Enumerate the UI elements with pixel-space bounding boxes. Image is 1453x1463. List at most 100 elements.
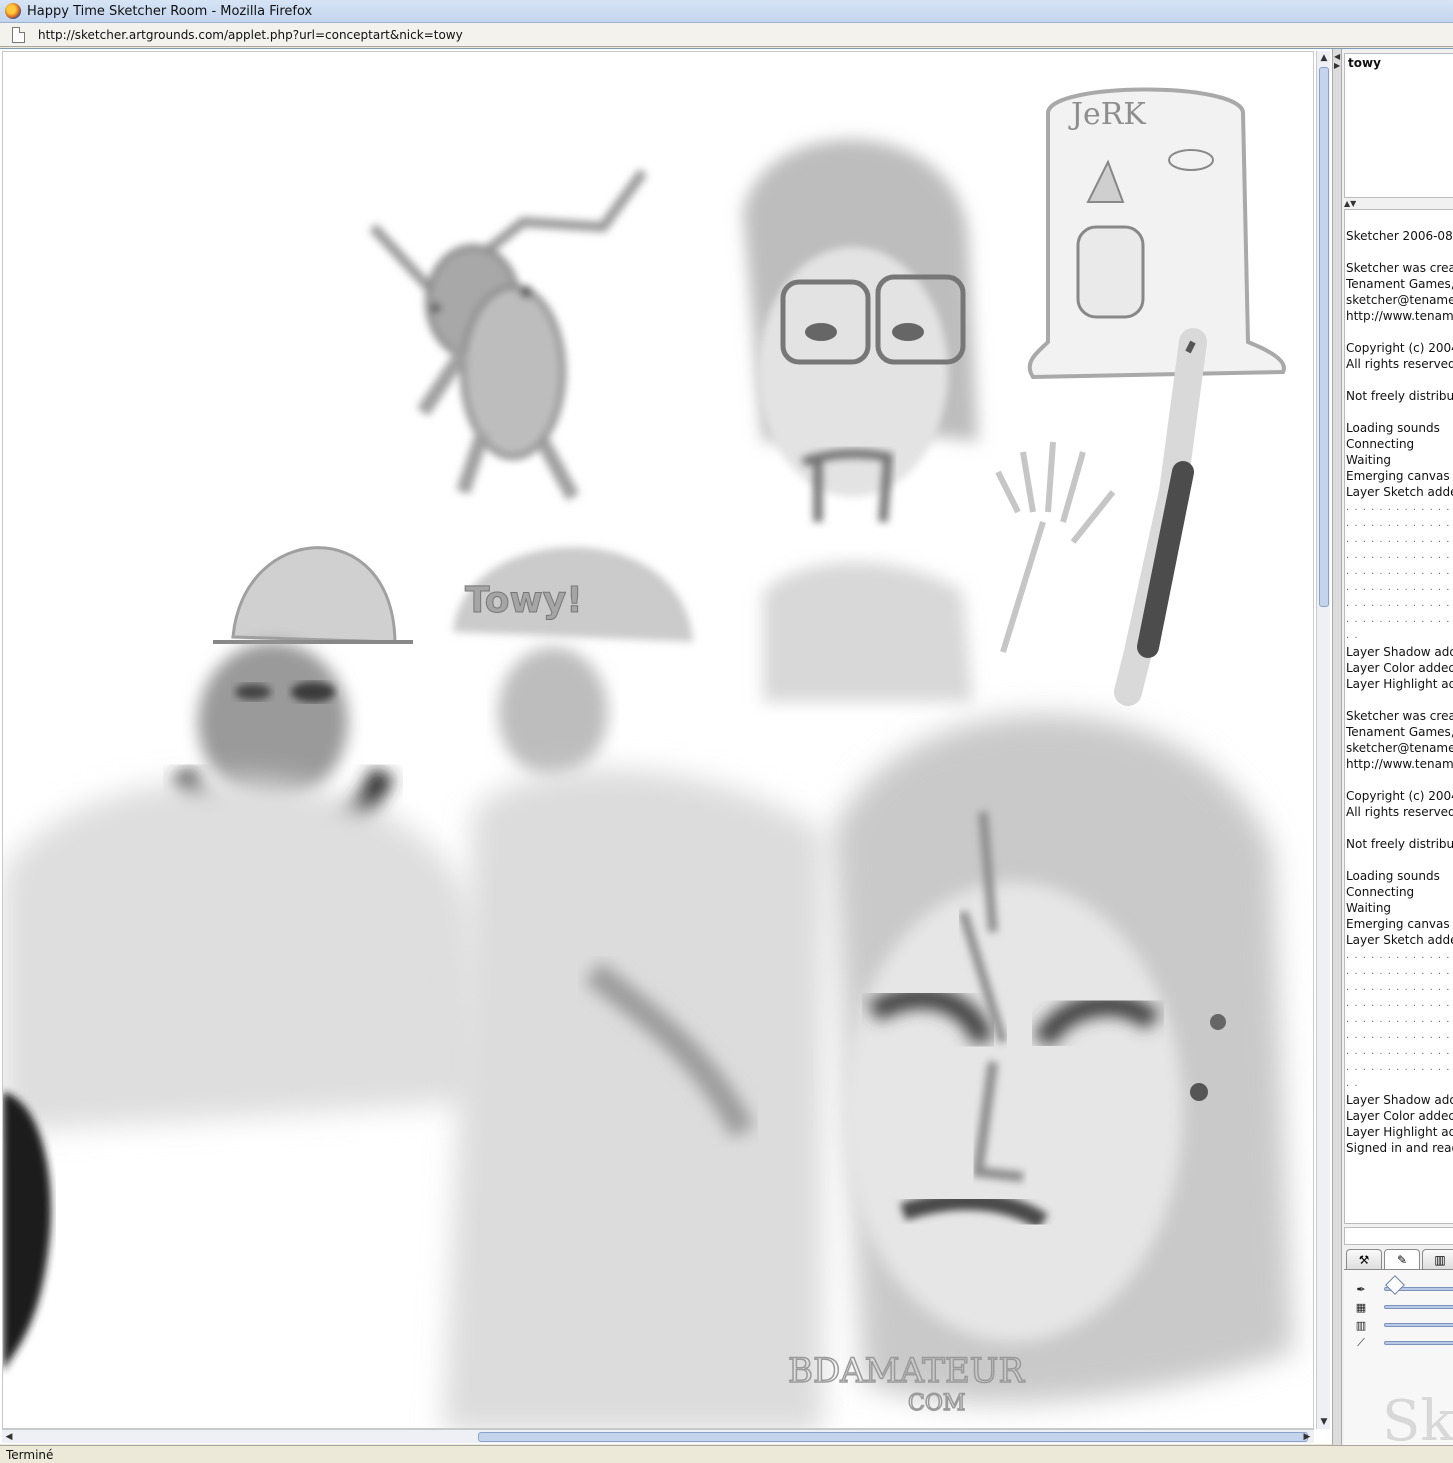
pressure-icon: ⟋ [1357, 1336, 1365, 1349]
scroll-down-arrow-icon[interactable]: ▼ [1317, 1415, 1331, 1429]
log-line: . . . . . . . . . . . . . . . [1346, 966, 1453, 977]
log-line: Layer Shadow adde [1346, 1093, 1453, 1107]
window-titlebar: Happy Time Sketcher Room - Mozilla Firef… [0, 0, 1453, 23]
log-line: Layer Highlight adde [1346, 1125, 1453, 1139]
log-line: Connecting [1346, 437, 1415, 451]
tab-hammer[interactable]: ⚒ [1346, 1249, 1382, 1269]
towy-text: Towy! [465, 580, 583, 621]
status-bar: Terminé [0, 1445, 1453, 1463]
page-icon [12, 26, 25, 43]
log-line: . . . . . . . . . . . . . . . [1346, 1062, 1453, 1073]
log-line: Sketcher was create [1346, 709, 1453, 723]
sketch-canvas[interactable]: JeRK Towy! BDAMATEUR COM [2, 51, 1314, 1429]
scroll-left-arrow-icon[interactable]: ◀ [2, 1430, 16, 1444]
user-list-item[interactable]: towy [1345, 54, 1453, 72]
chat-log: Sketcher 2006-08-1 Sketcher was create Te… [1344, 209, 1453, 1224]
log-line: Signed in and ready [1346, 1141, 1453, 1155]
log-line: . . [1346, 1078, 1359, 1089]
log-line: Emerging canvas [1346, 469, 1450, 483]
log-line: http://www.tenamen [1346, 757, 1453, 771]
pressure-slider[interactable] [1384, 1341, 1453, 1345]
log-line: . . . . . . . . . . . . . . . [1346, 1030, 1453, 1041]
collapse-left-arrow-icon[interactable]: ◀ [1334, 52, 1340, 61]
log-line: . . . . . . . . . . . . . . . [1346, 1046, 1453, 1057]
log-line: All rights reserved [1346, 357, 1453, 371]
pressure-row: ⟋ [1354, 1336, 1453, 1350]
log-line: http://www.tenamen [1346, 309, 1453, 323]
log-line: Layer Color added. [1346, 661, 1453, 675]
creature-sketch [369, 169, 648, 501]
hammer-icon: ⚒ [1358, 1252, 1370, 1267]
user-list[interactable]: towy [1344, 53, 1453, 198]
log-line: Loading sounds [1346, 869, 1440, 883]
jerk-sign-sketch: JeRK [1027, 87, 1286, 380]
log-line: . . . . . . . . . . . . . . . [1346, 566, 1453, 577]
panel-splitter[interactable]: ◀ ▶ [1332, 49, 1342, 1445]
bars-row: ▥ [1354, 1318, 1453, 1332]
cap-guy-sketch [3, 546, 483, 1132]
signature-line1: BDAMATEUR [788, 1351, 1025, 1391]
log-line: Waiting [1346, 453, 1392, 467]
angry-face-sketch [833, 714, 1293, 1404]
log-line: Tenament Games, I [1346, 277, 1453, 291]
collapse-right-arrow-icon[interactable]: ▶ [1334, 61, 1340, 70]
status-text: Terminé [6, 1447, 54, 1462]
split-arrows-icon[interactable]: ▲▼ [1344, 199, 1356, 208]
log-line: Tenament Games, I [1346, 725, 1453, 739]
bars-slider[interactable] [1384, 1323, 1453, 1327]
log-line: sketcher@tenamen [1346, 293, 1453, 307]
texture-slider[interactable] [1384, 1305, 1453, 1309]
log-line: Not freely distributab [1346, 837, 1453, 851]
brush-size-knob[interactable] [1385, 1275, 1405, 1295]
log-line: Waiting [1346, 901, 1392, 915]
log-line: . . . . . . . . . . . . . . . [1346, 614, 1453, 625]
horizontal-scroll-thumb[interactable] [478, 1432, 1308, 1442]
signature-line2: COM [908, 1391, 965, 1416]
url-field[interactable]: http://sketcher.artgrounds.com/applet.ph… [38, 28, 463, 42]
log-line: . . . . . . . . . . . . . . . [1346, 598, 1453, 609]
stylus-sketch [1114, 328, 1207, 706]
signature-text: BDAMATEUR COM [787, 1350, 1026, 1417]
vertical-scroll-thumb[interactable] [1319, 67, 1329, 607]
dark-brush-sketch [3, 1092, 51, 1372]
tab-pencil[interactable]: ✎ [1384, 1249, 1420, 1269]
canvas-vertical-scrollbar[interactable]: ▲ ▼ [1316, 51, 1330, 1429]
scroll-up-arrow-icon[interactable]: ▲ [1317, 51, 1331, 65]
jerk-text: JeRK [1068, 97, 1146, 132]
log-line: Layer Sketch added [1346, 485, 1453, 499]
log-line: Loading sounds [1346, 421, 1440, 435]
address-bar[interactable]: http://sketcher.artgrounds.com/applet.ph… [0, 23, 1453, 47]
sketch-drawing: JeRK Towy! BDAMATEUR COM [3, 87, 1293, 1428]
texture-row: ▦ [1354, 1300, 1453, 1314]
tab-palette[interactable]: ▥ [1422, 1249, 1453, 1269]
log-line: . . . . . . . . . . . . . . . [1346, 982, 1453, 993]
log-line: Copyright (c) 2004-2 [1346, 789, 1453, 803]
window-title: Happy Time Sketcher Room - Mozilla Firef… [27, 3, 313, 19]
brush-size-row: ✒ [1354, 1275, 1453, 1296]
log-line: . . . . . . . . . . . . . . . [1346, 550, 1453, 561]
page-content: JeRK Towy! BDAMATEUR COM ▲ ▼ ◀ ▶ ◀ ▶ tow… [0, 48, 1453, 1445]
log-line: . . . . . . . . . . . . . . . [1346, 518, 1453, 529]
log-line: Layer Shadow adde [1346, 645, 1453, 659]
pencil-icon: ✎ [1396, 1252, 1408, 1267]
log-line: Layer Highlight adde [1346, 677, 1453, 691]
chat-input[interactable] [1344, 1227, 1453, 1245]
canvas-horizontal-scrollbar[interactable]: ◀ ▶ [2, 1429, 1314, 1443]
sidebar-panel: towy ▲▼ Sketcher 2006-08-1 Sketcher was … [1342, 49, 1453, 1445]
bars-icon: ▥ [1355, 1318, 1367, 1332]
log-line: sketcher@tenamen [1346, 741, 1453, 755]
brush-icon: ✒ [1356, 1282, 1366, 1296]
log-line: Sketcher 2006-08-1 [1346, 229, 1453, 243]
tool-tabs: ⚒ ✎ ▥ [1346, 1249, 1453, 1269]
firefox-icon [5, 3, 21, 19]
log-line: All rights reserved [1346, 805, 1453, 819]
log-line: . . . . . . . . . . . . . . . [1346, 998, 1453, 1009]
log-line: . . . . . . . . . . . . . . . [1346, 582, 1453, 593]
palette-icon: ▥ [1434, 1252, 1446, 1267]
scroll-right-arrow-icon[interactable]: ▶ [1300, 1430, 1314, 1444]
log-line: . . . . . . . . . . . . . . . [1346, 1014, 1453, 1025]
